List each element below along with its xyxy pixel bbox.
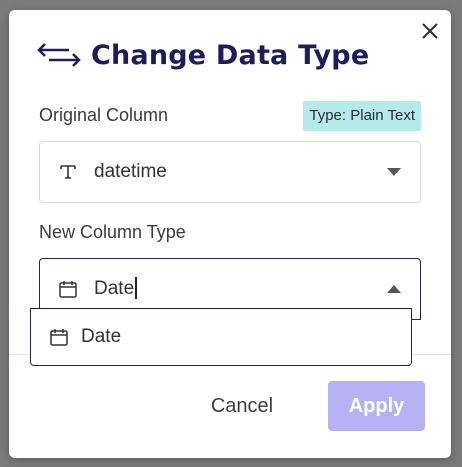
text-cursor <box>135 276 137 299</box>
text-type-icon <box>60 165 76 179</box>
dropdown-option-label: Date <box>81 326 122 347</box>
swap-arrows-icon <box>37 43 81 67</box>
type-badge: Type: Plain Text <box>303 101 421 131</box>
caret-up-icon[interactable] <box>386 283 402 295</box>
dropdown-option-date[interactable]: Date <box>30 308 412 366</box>
calendar-icon <box>59 281 77 298</box>
cancel-button[interactable]: Cancel <box>194 381 290 431</box>
original-column-value: datetime <box>94 161 167 182</box>
original-column-label: Original Column <box>39 105 169 125</box>
dialog-header: Change Data Type <box>37 34 369 76</box>
new-column-type-label: New Column Type <box>39 222 186 242</box>
original-column-select[interactable]: datetime <box>39 141 421 203</box>
calendar-icon <box>50 329 68 346</box>
caret-down-icon[interactable] <box>386 166 402 178</box>
apply-button[interactable]: Apply <box>328 381 425 431</box>
dialog-title: Change Data Type <box>91 39 370 71</box>
new-column-type-value: Date <box>94 278 135 299</box>
change-data-type-dialog: Change Data Type Original Column Type: P… <box>9 10 451 458</box>
close-icon[interactable] <box>419 20 441 42</box>
new-column-type-input[interactable]: Date <box>94 276 137 300</box>
